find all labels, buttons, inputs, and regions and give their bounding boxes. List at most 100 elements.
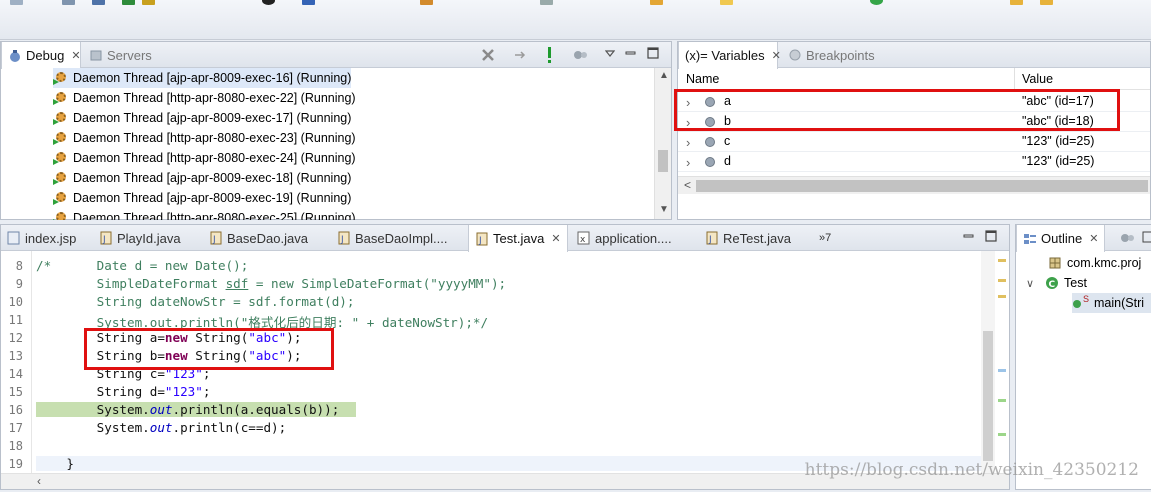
table-row[interactable]: › a "abc" (id=17) <box>678 92 1150 112</box>
list-item[interactable]: Daemon Thread [http-apr-8080-exec-24] (R… <box>53 148 356 168</box>
minimize-icon[interactable] <box>963 231 975 241</box>
save-icon[interactable] <box>62 0 75 5</box>
scroll-thumb[interactable] <box>696 180 1148 192</box>
thread-icon <box>53 151 67 165</box>
maximize-icon[interactable] <box>647 47 659 59</box>
thread-icon <box>53 191 67 205</box>
search-icon[interactable] <box>540 0 553 5</box>
outline-method[interactable]: S main(Stri <box>1072 293 1151 313</box>
java-file-icon: J <box>209 231 223 245</box>
tab-application-xml[interactable]: x application.... <box>571 225 678 251</box>
servers-icon <box>89 48 103 62</box>
code-line: 13 String b=new String("abc"); <box>8 348 302 363</box>
chevron-right-icon[interactable]: › <box>686 115 690 130</box>
svg-text:J: J <box>212 235 216 245</box>
current-line: 16 System.out.println(a.equals(b)); <box>1 402 991 420</box>
debug-options-icon[interactable] <box>573 48 589 62</box>
close-icon[interactable]: ✕ <box>551 232 560 245</box>
column-header-value[interactable]: Value <box>1022 72 1053 86</box>
thread-icon <box>53 91 67 105</box>
scroll-left-icon[interactable]: < <box>684 178 691 192</box>
folder-icon[interactable] <box>1010 0 1023 5</box>
list-item[interactable]: Daemon Thread [http-apr-8080-exec-22] (R… <box>53 88 356 108</box>
tab-playid-java[interactable]: J PlayId.java <box>93 225 187 251</box>
list-item[interactable]: Daemon Thread [ajp-apr-8009-exec-16] (Ru… <box>53 68 352 88</box>
outline-icon <box>1023 232 1037 246</box>
chevron-right-icon[interactable]: › <box>686 155 690 170</box>
view-menu-icon[interactable] <box>604 48 616 58</box>
outline-options-icon[interactable] <box>1120 231 1136 245</box>
minimize-icon[interactable] <box>625 48 637 58</box>
chevron-right-icon[interactable]: › <box>686 95 690 110</box>
thread-icon <box>53 111 67 125</box>
watermark: https://blog.csdn.net/weixin_42350212 <box>804 460 1139 480</box>
class-icon: C <box>1045 276 1059 290</box>
chevron-down-icon[interactable]: ∨ <box>1026 277 1040 290</box>
variable-icon <box>705 97 715 107</box>
tab-basedao-java[interactable]: J BaseDao.java <box>203 225 314 251</box>
code-area[interactable]: 8 /* Date d = new Date(); 9 SimpleDateFo… <box>1 251 991 473</box>
tab-outline[interactable]: Outline ✕ <box>1016 225 1106 252</box>
use-step-filters-icon[interactable] <box>545 46 555 64</box>
column-header-name[interactable]: Name <box>686 72 719 86</box>
collapse-all-icon[interactable] <box>1142 231 1151 243</box>
svg-text:J: J <box>102 235 106 245</box>
scroll-left-icon[interactable]: ‹ <box>37 474 41 488</box>
list-item[interactable]: Daemon Thread [http-apr-8080-exec-23] (R… <box>53 128 356 148</box>
debug-tabbar: Debug ✕ Servers <box>1 42 671 69</box>
tab-basedaoimpl[interactable]: J BaseDaoImpl.... <box>331 225 454 251</box>
tab-debug[interactable]: Debug ✕ <box>1 42 81 69</box>
record-icon[interactable] <box>262 0 275 5</box>
debug-scrollbar[interactable]: ▲ ▼ <box>654 68 671 219</box>
editor-view: index.jsp J PlayId.java J BaseDao.java J… <box>0 224 1010 490</box>
annotation-ruler <box>995 251 1009 475</box>
code-line: 14 String c="123"; <box>8 366 211 381</box>
method-icon <box>1072 296 1082 310</box>
scroll-up-icon[interactable]: ▲ <box>659 70 669 81</box>
tab-breakpoints[interactable]: Breakpoints <box>782 42 881 68</box>
tab-index-jsp[interactable]: index.jsp <box>1 225 82 251</box>
variables-view: (x)= Variables ✕ Breakpoints Name Value … <box>674 41 1151 220</box>
outline-package[interactable]: com.kmc.proj <box>1048 253 1141 273</box>
table-row[interactable]: › c "123" (id=25) <box>678 132 1150 152</box>
debug-view: Debug ✕ Servers Daemon Thread [ajp-apr-8… <box>0 41 672 220</box>
remove-terminated-icon[interactable] <box>481 48 495 62</box>
folder-open-icon[interactable] <box>1040 0 1053 5</box>
new-icon[interactable] <box>10 0 23 5</box>
step-return-icon[interactable] <box>513 48 527 62</box>
list-item[interactable]: Daemon Thread [ajp-apr-8009-exec-19] (Ru… <box>53 188 351 208</box>
annotation-icon[interactable] <box>720 0 733 5</box>
java-file-icon: J <box>475 232 489 246</box>
tab-variables[interactable]: (x)= Variables ✕ <box>678 42 781 69</box>
variables-hscrollbar[interactable]: < <box>678 176 1150 194</box>
tab-retest-java[interactable]: J ReTest.java <box>699 225 797 251</box>
debug-run-icon[interactable] <box>142 0 155 5</box>
close-icon[interactable]: ✕ <box>71 49 80 62</box>
list-item[interactable]: Daemon Thread [http-apr-8080-exec-25] (R… <box>53 208 356 220</box>
list-item[interactable]: Daemon Thread [ajp-apr-8009-exec-18] (Ru… <box>53 168 351 188</box>
chevron-right-icon[interactable]: › <box>686 135 690 150</box>
scroll-thumb[interactable] <box>983 331 993 461</box>
tab-test-java[interactable]: J Test.java ✕ <box>468 225 568 252</box>
tab-servers[interactable]: Servers <box>83 42 158 68</box>
outline-class[interactable]: ∨ C Test <box>1026 273 1087 293</box>
server-start-icon[interactable] <box>870 0 883 5</box>
table-row[interactable]: › b "abc" (id=18) <box>678 112 1150 132</box>
task-icon[interactable] <box>650 0 663 5</box>
list-item[interactable]: Daemon Thread [ajp-apr-8009-exec-17] (Ru… <box>53 108 351 128</box>
scroll-thumb[interactable] <box>658 150 668 172</box>
maximize-icon[interactable] <box>985 230 997 242</box>
close-icon[interactable]: ✕ <box>1089 232 1098 245</box>
print-icon[interactable] <box>92 0 105 5</box>
table-row[interactable]: › d "123" (id=25) <box>678 152 1150 172</box>
svg-text:C: C <box>1049 280 1056 290</box>
jsp-file-icon <box>7 231 21 245</box>
variable-icon <box>705 157 715 167</box>
close-icon[interactable]: ✕ <box>772 49 781 62</box>
more-tabs-button[interactable]: »7 <box>813 225 837 251</box>
open-type-icon[interactable] <box>420 0 433 5</box>
run-icon[interactable] <box>122 0 135 5</box>
step-icon[interactable] <box>302 0 315 5</box>
scroll-down-icon[interactable]: ▼ <box>659 204 669 215</box>
breakpoints-icon <box>788 48 802 62</box>
